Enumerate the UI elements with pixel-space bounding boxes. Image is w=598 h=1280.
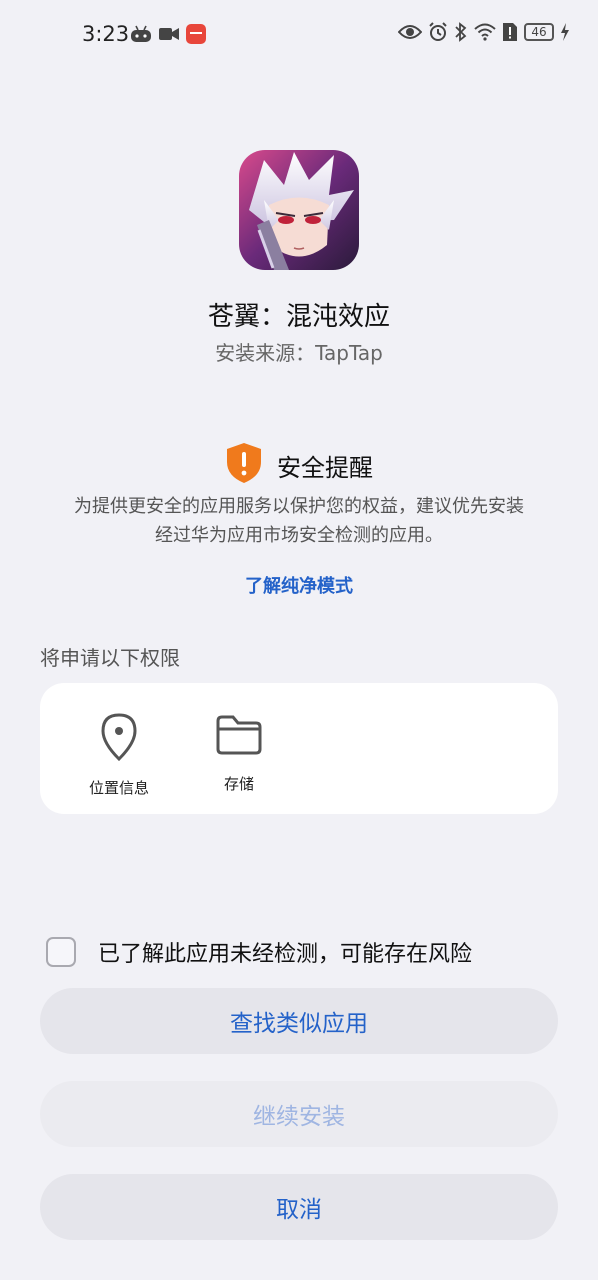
risk-acknowledge-row[interactable]: 已了解此应用未经检测，可能存在风险 [46,936,472,968]
find-similar-apps-button[interactable]: 查找类似应用 [40,988,558,1054]
sim-alert-icon [502,22,518,42]
permission-label-location: 位置信息 [88,779,149,797]
charging-icon [560,23,570,41]
security-reminder-header: 安全提醒 [0,442,598,488]
folder-icon [194,713,284,761]
status-right-icons: 46 [398,22,570,42]
status-left-icons [130,24,206,44]
permissions-label: 将申请以下权限 [40,646,180,670]
risk-acknowledge-label[interactable]: 已了解此应用未经检测，可能存在风险 [98,936,472,968]
security-description-line-2: 经过华为应用市场安全检测的应用。 [155,525,443,546]
app-icon [239,150,359,270]
permission-item-location[interactable]: 位置信息 [74,713,164,798]
permission-item-storage[interactable]: 存储 [194,713,284,794]
install-source: 安装来源：TapTap [215,341,383,365]
android-game-icon [130,24,152,44]
shield-warning-icon [225,442,263,488]
app-notification-icon [186,24,206,44]
status-bar: 3:23 46 [0,0,598,70]
app-name: 苍翼：混沌效应 [207,302,390,332]
status-time: 3:23 [82,22,130,46]
risk-acknowledge-checkbox[interactable] [46,937,76,967]
permission-label-storage: 存储 [223,775,254,793]
battery-icon: 46 [524,23,554,41]
security-description: 为提供更安全的应用服务以保护您的权益，建议优先安装 经过华为应用市场安全检测的应… [40,492,558,550]
continue-install-button[interactable]: 继续安装 [40,1081,558,1147]
video-camera-icon [158,26,180,42]
alarm-icon [428,22,448,42]
location-pin-icon [74,713,164,765]
wifi-icon [474,23,496,41]
eye-icon [398,23,422,41]
cancel-button[interactable]: 取消 [40,1174,558,1240]
security-description-line-1: 为提供更安全的应用服务以保护您的权益，建议优先安装 [74,496,524,517]
security-title: 安全提醒 [277,453,373,482]
permissions-card: 位置信息 存储 [40,683,558,814]
learn-pure-mode-link[interactable]: 了解纯净模式 [0,572,598,598]
bluetooth-icon [454,22,468,42]
